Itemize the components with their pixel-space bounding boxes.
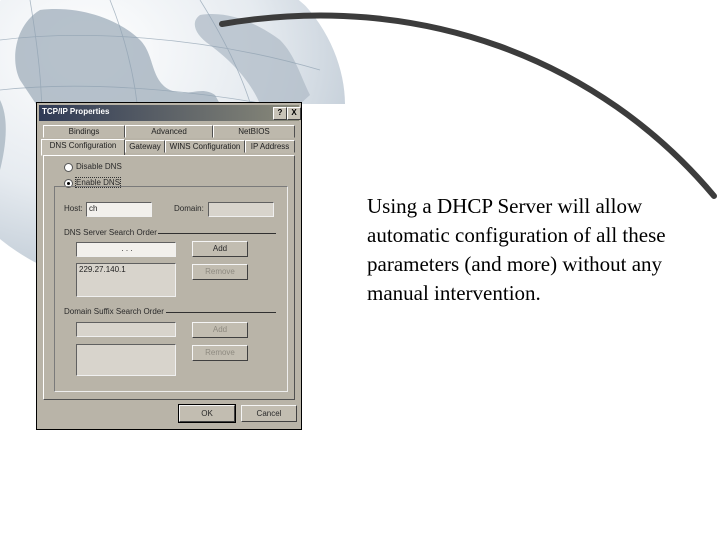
section-divider [166, 312, 276, 313]
suffix-list[interactable] [76, 344, 176, 376]
domain-suffix-label: Domain Suffix Search Order [64, 307, 164, 316]
tab-gateway[interactable]: Gateway [125, 140, 165, 153]
dns-add-button[interactable]: Add [192, 241, 248, 257]
title-bar[interactable]: TCP/IP Properties ? X [39, 105, 301, 121]
disable-dns-label: Disable DNS [76, 162, 122, 171]
dialog-title: TCP/IP Properties [42, 107, 110, 116]
suffix-remove-button[interactable]: Remove [192, 345, 248, 361]
suffix-input[interactable] [76, 322, 176, 337]
dns-remove-button[interactable]: Remove [192, 264, 248, 280]
dns-configuration-panel: Disable DNS Enable DNS Host: ch Domain: … [43, 155, 295, 400]
tab-wins-configuration[interactable]: WINS Configuration [165, 140, 245, 153]
dns-ip-input[interactable]: . . . [76, 242, 176, 257]
dns-search-order-label: DNS Server Search Order [64, 228, 157, 237]
slide: TCP/IP Properties ? X Bindings Advanced … [0, 0, 720, 540]
tab-netbios[interactable]: NetBIOS [213, 125, 295, 138]
close-button[interactable]: X [287, 107, 301, 120]
host-label: Host: [64, 204, 83, 213]
domain-label: Domain: [174, 204, 204, 213]
disable-dns-radio[interactable] [64, 163, 73, 172]
dns-server-list[interactable]: 229.27.140.1 [76, 263, 176, 297]
cancel-button[interactable]: Cancel [241, 405, 297, 422]
host-input[interactable]: ch [86, 202, 152, 217]
help-button[interactable]: ? [273, 107, 287, 120]
slide-caption: Using a DHCP Server will allow automatic… [367, 194, 666, 305]
suffix-add-button[interactable]: Add [192, 322, 248, 338]
tab-dns-configuration[interactable]: DNS Configuration [41, 139, 125, 156]
tab-bindings[interactable]: Bindings [43, 125, 125, 138]
tab-advanced[interactable]: Advanced [125, 125, 213, 138]
domain-input[interactable] [208, 202, 274, 217]
section-divider [158, 233, 276, 234]
tcpip-properties-dialog: TCP/IP Properties ? X Bindings Advanced … [36, 102, 302, 430]
ok-button[interactable]: OK [178, 404, 236, 423]
tab-ip-address[interactable]: IP Address [245, 140, 295, 153]
list-item[interactable]: 229.27.140.1 [79, 264, 175, 275]
